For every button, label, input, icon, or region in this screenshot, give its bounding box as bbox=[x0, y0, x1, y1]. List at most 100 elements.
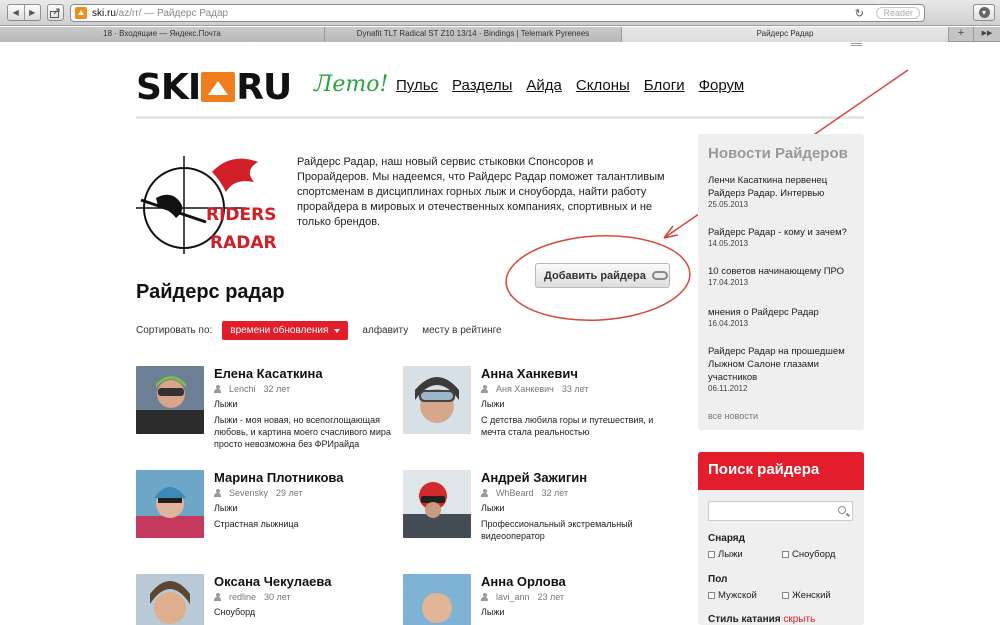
nav-blogi[interactable]: Блоги bbox=[644, 77, 685, 94]
rider-photo[interactable] bbox=[403, 470, 471, 538]
rider-name[interactable]: Елена Касаткина bbox=[214, 366, 323, 381]
user-icon bbox=[214, 489, 221, 497]
gear-ski-checkbox[interactable]: Лыжи bbox=[708, 549, 743, 560]
logo-riders: RIDERS bbox=[206, 205, 276, 225]
news-item-title[interactable]: мнения о Райдерс Радар bbox=[708, 306, 858, 319]
gender-male-checkbox[interactable]: Мужской bbox=[708, 590, 757, 601]
rider-bio: Страстная лыжница bbox=[214, 519, 299, 529]
user-icon bbox=[214, 385, 221, 393]
site-favicon bbox=[75, 7, 87, 19]
checkbox-icon[interactable] bbox=[782, 551, 789, 558]
sort-label: Сортировать по: bbox=[136, 325, 213, 336]
reload-icon[interactable]: ↻ bbox=[855, 7, 864, 20]
rider-age: 23 лет bbox=[537, 592, 565, 602]
rider-card[interactable]: Оксана Чекулаева redline 30 лет Сноуборд bbox=[136, 574, 401, 625]
rider-card[interactable]: Андрей Зажигин WhBeard 32 лет Лыжи Профе… bbox=[403, 470, 668, 550]
user-icon bbox=[481, 385, 488, 393]
rider-name[interactable]: Анна Орлова bbox=[481, 574, 566, 589]
news-item[interactable]: Ленчи Касаткина первенец Райдерз Радар. … bbox=[708, 174, 858, 209]
news-item-date: 25.05.2013 bbox=[708, 200, 749, 209]
nav-razdely[interactable]: Разделы bbox=[452, 77, 512, 94]
rider-name[interactable]: Марина Плотникова bbox=[214, 470, 343, 485]
leto-link[interactable]: Лето! bbox=[314, 72, 388, 97]
checkbox-icon[interactable] bbox=[782, 592, 789, 599]
news-item[interactable]: мнения о Райдерс Радар 16.04.2013 bbox=[708, 306, 858, 328]
rider-sport: Лыжи bbox=[214, 503, 238, 513]
reader-button[interactable]: Reader bbox=[876, 7, 920, 19]
checkbox-icon[interactable] bbox=[708, 551, 715, 558]
rider-name[interactable]: Оксана Чекулаева bbox=[214, 574, 331, 589]
sort-by-alphabet[interactable]: алфавиту bbox=[362, 325, 408, 336]
gear-snowboard-checkbox[interactable]: Сноуборд bbox=[782, 549, 835, 560]
search-input[interactable] bbox=[708, 501, 853, 521]
user-icon bbox=[214, 593, 221, 601]
chevron-down-icon bbox=[334, 328, 341, 333]
sort-bar: Сортировать по: времени обновления алфав… bbox=[136, 321, 502, 340]
news-item-date: 17.04.2013 bbox=[708, 278, 749, 287]
rider-sport: Лыжи bbox=[481, 503, 505, 513]
news-item-title[interactable]: 10 советов начинающему ПРО bbox=[708, 265, 858, 278]
tab-dynafit[interactable]: Dynafit TLT Radical ST Z10 13/14 · Bindi… bbox=[325, 27, 622, 42]
add-rider-button[interactable]: Добавить райдера bbox=[535, 263, 670, 288]
news-item-title[interactable]: Ленчи Касаткина первенец Райдерз Радар. … bbox=[708, 174, 858, 200]
rider-photo[interactable] bbox=[136, 574, 204, 625]
address-bar[interactable]: ski.ru /az/rr/ — Райдерс Радар ↻ Reader bbox=[70, 4, 925, 22]
rider-sport: Лыжи bbox=[481, 399, 505, 409]
checkbox-label: Женский bbox=[792, 590, 831, 601]
rider-name[interactable]: Андрей Зажигин bbox=[481, 470, 587, 485]
sort-active-label: времени обновления bbox=[230, 325, 329, 336]
tab-overflow-icon[interactable]: ▶▶ bbox=[974, 27, 1000, 42]
sort-by-rating[interactable]: месту в рейтинге bbox=[422, 325, 501, 336]
rider-photo[interactable] bbox=[136, 470, 204, 538]
rider-sport: Сноуборд bbox=[214, 607, 256, 617]
gender-label: Пол bbox=[708, 574, 728, 585]
nav-sklony[interactable]: Склоны bbox=[576, 77, 630, 94]
rider-bio: Лыжи - моя новая, но всепоглощающая любо… bbox=[214, 415, 391, 449]
rider-photo[interactable] bbox=[403, 366, 471, 434]
scroll-handle[interactable] bbox=[851, 43, 862, 46]
share-icon bbox=[50, 8, 60, 18]
gear-label: Снаряд bbox=[708, 533, 745, 544]
rider-bio: С детства любила горы и путешествия, и м… bbox=[481, 415, 654, 437]
news-item-title[interactable]: Райдерс Радар - кому и зачем? bbox=[708, 226, 858, 239]
rider-card[interactable]: Анна Ханкевич Аня Ханкевич 33 лет Лыжи С… bbox=[403, 366, 668, 446]
rider-card[interactable]: Анна Орлова lavi_ann 23 лет Лыжи bbox=[403, 574, 668, 625]
site-logo[interactable]: SKI RU bbox=[136, 67, 292, 108]
tab-mail[interactable]: 18 · Входящие — Яндекс.Почта bbox=[0, 27, 325, 42]
rider-photo[interactable] bbox=[403, 574, 471, 625]
back-icon[interactable]: ◀ bbox=[8, 5, 25, 20]
new-tab-button[interactable]: + bbox=[949, 27, 974, 42]
rider-sport: Лыжи bbox=[481, 607, 505, 617]
news-item-title[interactable]: Райдерс Радар на прошедшем Лыжном Салоне… bbox=[708, 345, 858, 384]
tab-riders-radar[interactable]: Райдерс Радар bbox=[622, 27, 949, 42]
gender-female-checkbox[interactable]: Женский bbox=[782, 590, 831, 601]
rider-card[interactable]: Елена Касаткина Lenchi 32 лет Лыжи Лыжи … bbox=[136, 366, 401, 449]
nav-forum[interactable]: Форум bbox=[699, 77, 745, 94]
news-item[interactable]: Райдерс Радар - кому и зачем? 14.05.2013 bbox=[708, 226, 858, 248]
news-item-date: 14.05.2013 bbox=[708, 239, 749, 248]
user-icon bbox=[481, 489, 488, 497]
user-icon bbox=[481, 593, 488, 601]
url-host: ski.ru bbox=[92, 7, 116, 19]
nav-puls[interactable]: Пульс bbox=[396, 77, 438, 94]
share-button[interactable] bbox=[47, 4, 64, 21]
news-item[interactable]: Райдерс Радар на прошедшем Лыжном Салоне… bbox=[708, 345, 858, 393]
rider-age: 33 лет bbox=[561, 384, 589, 394]
forward-icon[interactable]: ▶ bbox=[25, 5, 41, 20]
downloads-button[interactable] bbox=[973, 4, 995, 21]
news-item[interactable]: 10 советов начинающему ПРО 17.04.2013 bbox=[708, 265, 858, 287]
download-icon bbox=[978, 7, 990, 18]
rider-photo[interactable] bbox=[136, 366, 204, 434]
logo-radar: RADAR bbox=[210, 233, 277, 253]
all-news-link[interactable]: все новости bbox=[708, 411, 758, 421]
search-icon[interactable] bbox=[838, 506, 846, 514]
nav-aida[interactable]: Айда bbox=[526, 77, 561, 94]
style-hide-link[interactable]: скрыть bbox=[783, 614, 815, 625]
rider-card[interactable]: Марина Плотникова Sevensky 29 лет Лыжи С… bbox=[136, 470, 401, 550]
rider-meta: Sevensky 29 лет bbox=[214, 488, 303, 498]
browser-toolbar: ◀ ▶ ski.ru /az/rr/ — Райдерс Радар ↻ Rea… bbox=[0, 0, 1000, 26]
riders-news: Новости Райдеров Ленчи Касаткина первене… bbox=[698, 134, 864, 430]
rider-name[interactable]: Анна Ханкевич bbox=[481, 366, 578, 381]
checkbox-icon[interactable] bbox=[708, 592, 715, 599]
sort-by-updated[interactable]: времени обновления bbox=[222, 321, 349, 340]
